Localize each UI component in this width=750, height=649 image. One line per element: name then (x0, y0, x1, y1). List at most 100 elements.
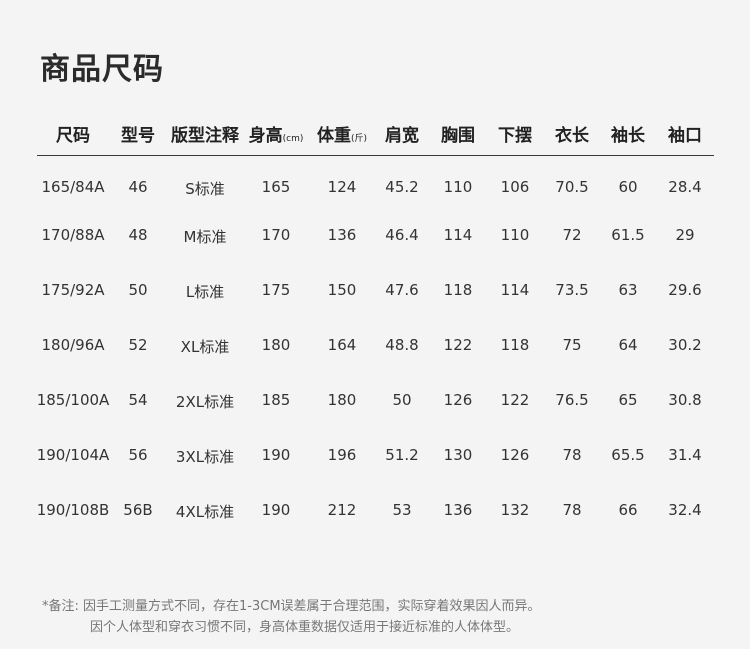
header-label: 胸围 (441, 126, 475, 146)
cell-length: 73.5 (555, 281, 589, 299)
cell-length: 76.5 (555, 391, 589, 409)
cell-cuff: 28.4 (668, 178, 702, 196)
size-chart-table: 尺码 型号 版型注释 身高(cm) 体重(斤) 肩宽 胸围 下摆 衣长 袖长 袖口 165/84A 4… (37, 112, 714, 521)
header-unit: (斤) (350, 134, 368, 144)
cell-fit: XL标准 (180, 338, 230, 356)
header-label: 尺码 (56, 126, 90, 146)
cell-fit: S标准 (185, 180, 225, 198)
cell-cuff: 30.8 (668, 391, 702, 409)
cell-height: 165 (261, 178, 291, 196)
table-row: 185/100A 54 2XL标准 185 180 50 126 122 76.5 65 30.8 (37, 389, 714, 413)
size-note: *备注: 因手工测量方式不同，存在1-3CM误差属于合理范围，实际穿着效果因人而… (42, 596, 541, 638)
cell-sleeve: 63 (618, 281, 638, 299)
table-row: 180/96A 52 XL标准 180 164 48.8 122 118 75 64 30.2 (37, 334, 714, 358)
note-line-1: *备注: 因手工测量方式不同，存在1-3CM误差属于合理范围，实际穿着效果因人而… (42, 599, 541, 614)
cell-cuff: 29.6 (668, 281, 702, 299)
header-label: 肩宽 (385, 126, 419, 146)
header-label: 袖口 (668, 126, 702, 146)
table-row: 175/92A 50 L标准 175 150 47.6 118 114 73.5 63 29.6 (37, 279, 714, 303)
cell-shoulder: 46.4 (385, 226, 419, 244)
cell-hem: 114 (500, 281, 530, 299)
cell-size: 190/104A (36, 446, 110, 464)
header-fit: 版型注释 (171, 121, 239, 146)
cell-height: 175 (261, 281, 291, 299)
cell-sleeve: 61.5 (611, 226, 645, 244)
cell-weight: 150 (327, 281, 357, 299)
header-shoulder: 肩宽 (385, 121, 419, 146)
table-row: 165/84A 46 S标准 165 124 45.2 110 106 70.5 60 28.4 (37, 176, 714, 200)
cell-model: 56 (128, 446, 148, 464)
cell-shoulder: 53 (392, 501, 412, 519)
cell-hem: 106 (500, 178, 530, 196)
header-label: 型号 (121, 126, 155, 146)
cell-sleeve: 65.5 (611, 446, 645, 464)
header-cuff: 袖口 (668, 121, 702, 146)
cell-fit: M标准 (183, 228, 227, 246)
cell-shoulder: 50 (392, 391, 412, 409)
cell-shoulder: 51.2 (385, 446, 419, 464)
cell-model: 52 (128, 336, 148, 354)
cell-size: 185/100A (36, 391, 110, 409)
cell-size: 175/92A (41, 281, 105, 299)
cell-fit: 2XL标准 (175, 393, 235, 411)
cell-chest: 114 (443, 226, 473, 244)
cell-shoulder: 48.8 (385, 336, 419, 354)
cell-weight: 180 (327, 391, 357, 409)
cell-model: 46 (128, 178, 148, 196)
cell-chest: 130 (443, 446, 473, 464)
cell-cuff: 29 (675, 226, 695, 244)
header-label: 衣长 (555, 126, 589, 146)
cell-fit: L标准 (185, 283, 225, 301)
cell-sleeve: 66 (618, 501, 638, 519)
cell-size: 165/84A (41, 178, 105, 196)
header-chest: 胸围 (441, 121, 475, 146)
page-title: 商品尺码 (40, 52, 164, 87)
header-label: 袖长 (611, 126, 645, 146)
cell-weight: 124 (327, 178, 357, 196)
cell-model: 54 (128, 391, 148, 409)
cell-model: 56B (123, 501, 153, 519)
cell-shoulder: 47.6 (385, 281, 419, 299)
cell-hem: 126 (500, 446, 530, 464)
cell-chest: 136 (443, 501, 473, 519)
table-row: 170/88A 48 M标准 170 136 46.4 114 110 72 61.5 29 (37, 224, 714, 248)
cell-model: 50 (128, 281, 148, 299)
cell-fit: 3XL标准 (175, 448, 235, 466)
cell-size: 170/88A (41, 226, 105, 244)
table-row: 190/104A 56 3XL标准 190 196 51.2 130 126 78 65.5 31.… (37, 444, 714, 468)
cell-height: 180 (261, 336, 291, 354)
header-sleeve: 袖长 (611, 121, 645, 146)
cell-length: 70.5 (555, 178, 589, 196)
table-header: 尺码 型号 版型注释 身高(cm) 体重(斤) 肩宽 胸围 下摆 衣长 袖长 袖口 (37, 112, 714, 156)
cell-sleeve: 65 (618, 391, 638, 409)
header-length: 衣长 (555, 121, 589, 146)
cell-chest: 122 (443, 336, 473, 354)
cell-chest: 126 (443, 391, 473, 409)
cell-hem: 118 (500, 336, 530, 354)
cell-length: 75 (562, 336, 582, 354)
header-height: 身高(cm) (249, 121, 304, 146)
header-weight: 体重(斤) (317, 121, 367, 146)
cell-cuff: 31.4 (668, 446, 702, 464)
cell-length: 72 (562, 226, 582, 244)
cell-hem: 132 (500, 501, 530, 519)
header-size: 尺码 (56, 121, 90, 146)
cell-cuff: 32.4 (668, 501, 702, 519)
cell-model: 48 (128, 226, 148, 244)
cell-height: 190 (261, 501, 291, 519)
cell-weight: 212 (327, 501, 357, 519)
header-hem: 下摆 (498, 121, 532, 146)
cell-size: 190/108B (36, 501, 110, 519)
cell-cuff: 30.2 (668, 336, 702, 354)
cell-sleeve: 60 (618, 178, 638, 196)
cell-weight: 164 (327, 336, 357, 354)
header-label: 身高 (248, 126, 283, 146)
header-model: 型号 (121, 121, 155, 146)
header-unit: (cm) (282, 134, 304, 144)
cell-height: 190 (261, 446, 291, 464)
table-row: 190/108B 56B 4XL标准 190 212 53 136 132 78 66 32.4 (37, 499, 714, 523)
cell-size: 180/96A (41, 336, 105, 354)
cell-hem: 110 (500, 226, 530, 244)
cell-weight: 136 (327, 226, 357, 244)
cell-length: 78 (562, 501, 582, 519)
